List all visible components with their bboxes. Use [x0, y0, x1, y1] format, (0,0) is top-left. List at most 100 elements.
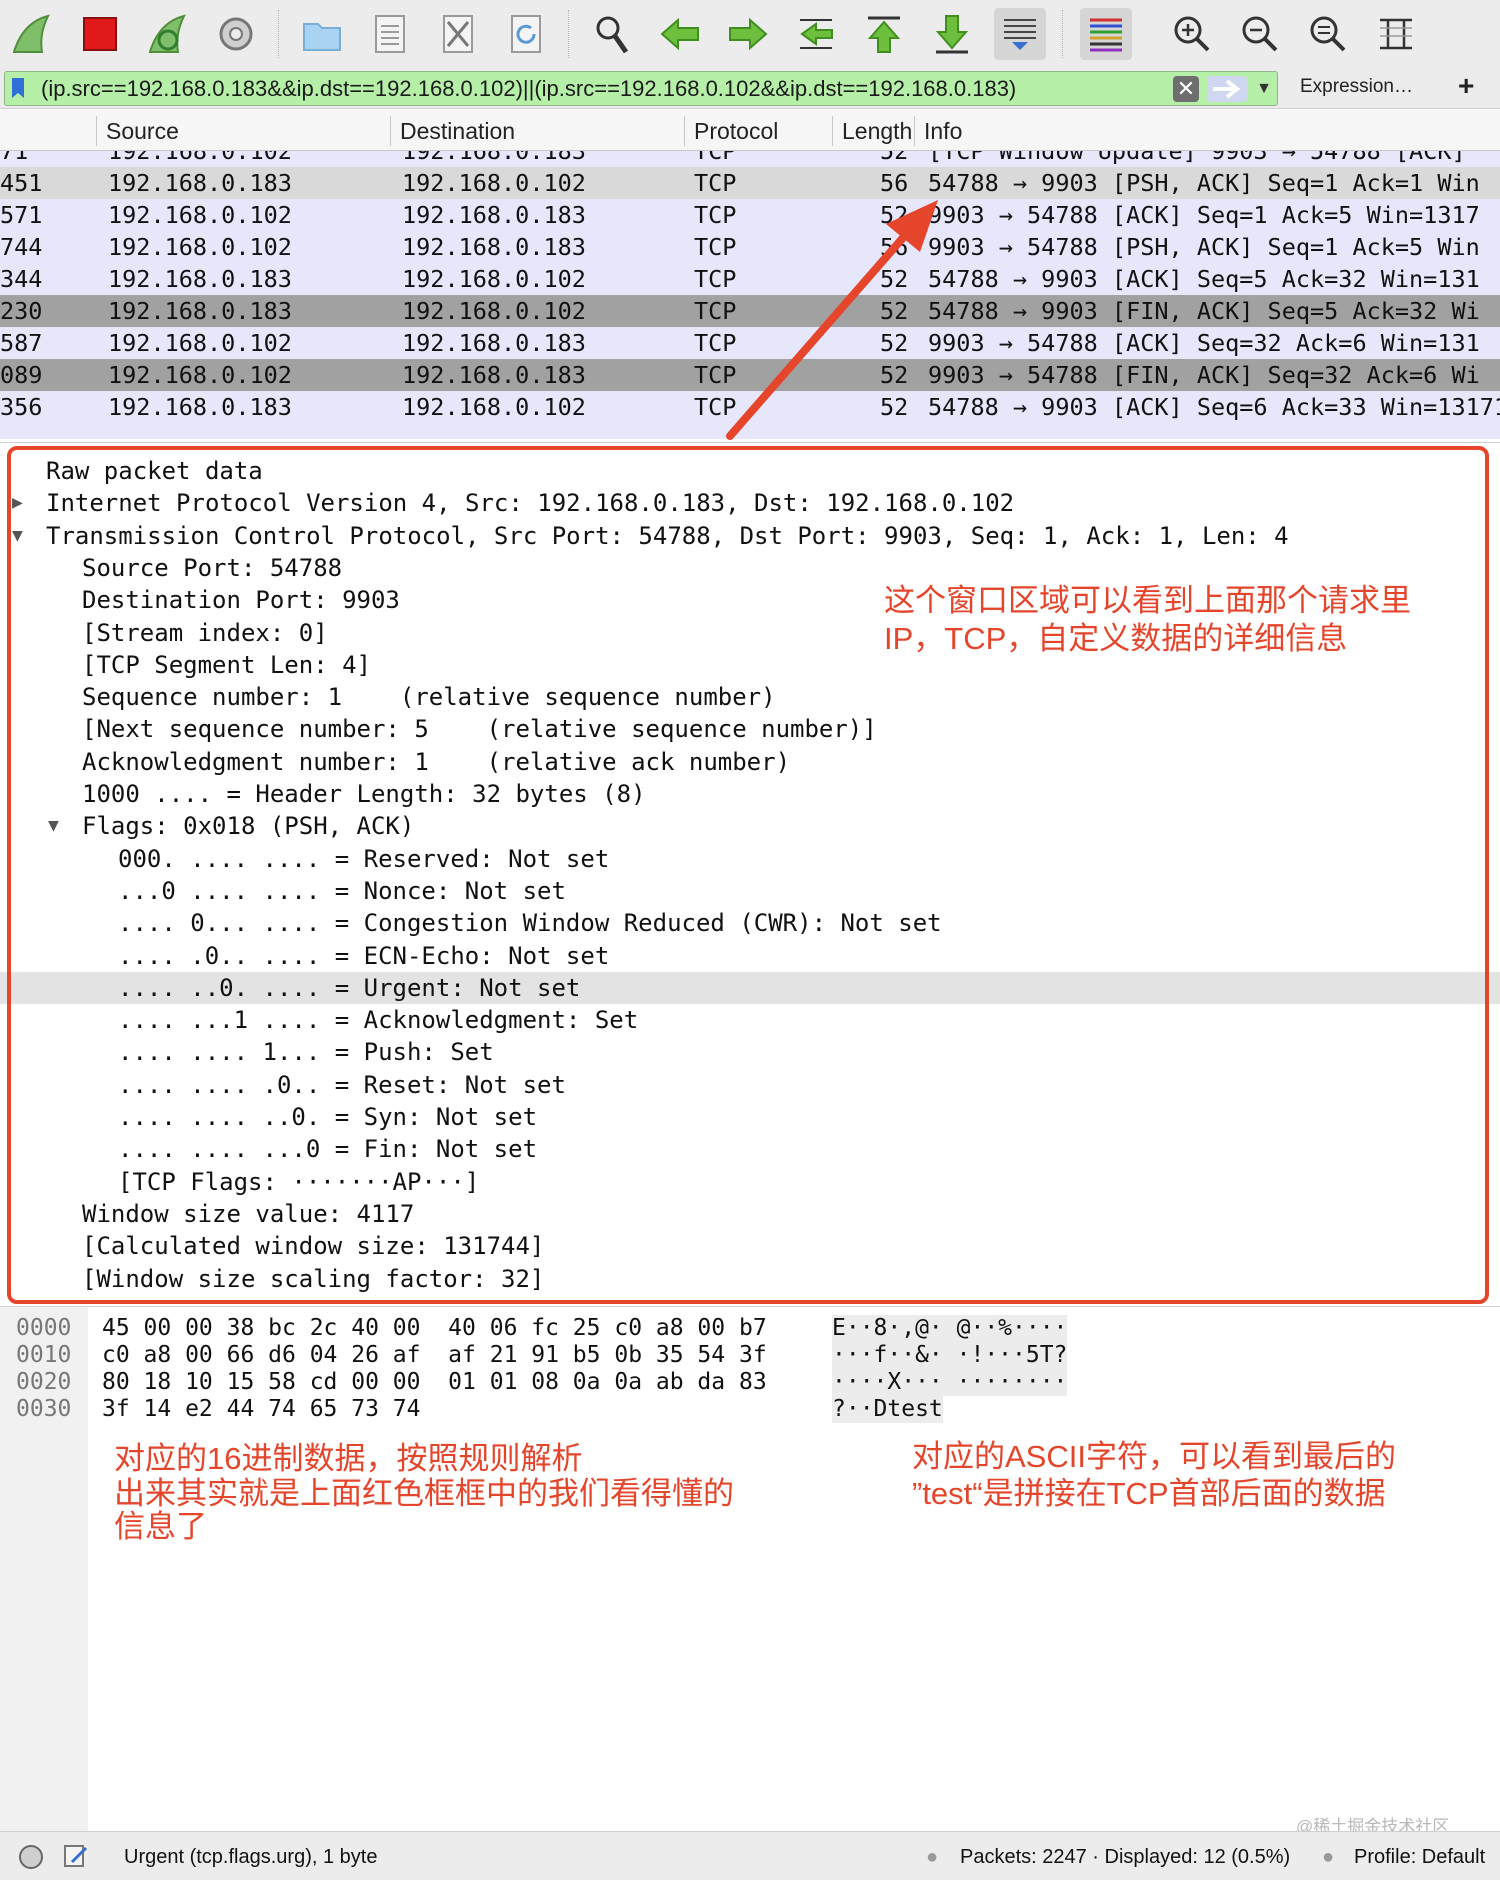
detail-row[interactable]: Source Port: 54788	[0, 552, 1500, 584]
packet-destination: 192.168.0.102	[402, 169, 586, 197]
packet-row[interactable]: 230 192.168.0.183 192.168.0.102 TCP 52 54788 …	[0, 295, 1500, 327]
packet-destination: 192.168.0.183	[402, 233, 586, 261]
status-profile[interactable]: Profile: Default	[1354, 1846, 1485, 1869]
packet-row[interactable]: 344 192.168.0.183 192.168.0.102 TCP 52 54788 …	[0, 263, 1500, 295]
apply-filter-icon[interactable]	[1207, 76, 1247, 102]
zoom-normal-icon[interactable]	[1302, 8, 1354, 60]
detail-row[interactable]: .... .... ..0. = Syn: Not set	[0, 1101, 1500, 1133]
shark-fin-icon[interactable]	[6, 8, 58, 60]
byte-hex[interactable]: 3f 14 e2 44 74 65 73 74	[102, 1396, 421, 1423]
packet-row[interactable]: 089 192.168.0.102 192.168.0.183 TCP 52 9903 →…	[0, 359, 1500, 391]
capture-options-icon[interactable]	[210, 8, 262, 60]
detail-row[interactable]: Window size value: 4117	[0, 1198, 1500, 1230]
find-packet-icon[interactable]	[586, 8, 638, 60]
packet-source: 192.168.0.102	[108, 233, 292, 261]
go-back-icon[interactable]	[654, 8, 706, 60]
detail-row[interactable]: [Next sequence number: 5 (relative seque…	[0, 713, 1500, 745]
packet-row[interactable]: 451 192.168.0.183 192.168.0.102 TCP 56 54788 …	[0, 167, 1500, 199]
annotation-detail-note-2: IP，TCP，自定义数据的详细信息	[884, 621, 1348, 656]
status-field-info: Urgent (tcp.flags.urg), 1 byte	[124, 1846, 378, 1868]
column-header-protocol[interactable]: Protocol	[694, 118, 778, 145]
collapse-arrow-icon[interactable]: ▼	[48, 810, 59, 842]
expression-button[interactable]: Expression…	[1300, 76, 1413, 98]
autoscroll-icon[interactable]	[994, 8, 1046, 60]
detail-row[interactable]: .... ..0. .... = Urgent: Not set	[0, 971, 1500, 1004]
colorize-icon[interactable]	[1080, 8, 1132, 60]
packet-number: 089	[0, 361, 43, 389]
byte-offset[interactable]: 0010	[16, 1342, 71, 1369]
byte-ascii[interactable]: ····X··· ········	[832, 1369, 1068, 1396]
column-header-length[interactable]: Length	[842, 118, 912, 145]
go-to-packet-icon[interactable]	[790, 8, 842, 60]
packet-row[interactable]: 356 192.168.0.183 192.168.0.102 TCP 52 54788 …	[0, 391, 1500, 423]
zoom-out-icon[interactable]	[1234, 8, 1286, 60]
column-header-source[interactable]: Source	[106, 118, 179, 145]
detail-row[interactable]: ▼ Flags: 0x018 (PSH, ACK)	[0, 810, 1500, 842]
reload-icon[interactable]	[500, 8, 552, 60]
packet-row[interactable]: 744 192.168.0.102 192.168.0.183 TCP 56 9903 →…	[0, 231, 1500, 263]
display-filter-input[interactable]: (ip.src==192.168.0.183&&ip.dst==192.168.…	[4, 71, 1278, 106]
column-header-info[interactable]: Info	[924, 118, 962, 145]
open-file-icon[interactable]	[296, 8, 348, 60]
detail-row[interactable]: ...0 .... .... = Nonce: Not set	[0, 875, 1500, 907]
detail-row[interactable]: 000. .... .... = Reserved: Not set	[0, 843, 1500, 875]
packet-protocol: TCP	[694, 201, 737, 229]
packet-row[interactable]: 571 192.168.0.102 192.168.0.183 TCP 52 9903 →…	[0, 199, 1500, 231]
detail-row[interactable]: ▶ Internet Protocol Version 4, Src: 192.1…	[0, 487, 1500, 519]
go-forward-icon[interactable]	[722, 8, 774, 60]
byte-hex[interactable]: 45 00 00 38 bc 2c 40 00 40 06 fc 25 c0 a…	[102, 1315, 767, 1342]
detail-row[interactable]: Raw packet data	[0, 455, 1500, 487]
add-filter-button[interactable]: +	[1458, 70, 1474, 102]
byte-ascii[interactable]: ?··Dtest	[832, 1396, 943, 1423]
close-file-icon[interactable]	[432, 8, 484, 60]
stop-capture-icon[interactable]	[74, 8, 126, 60]
edit-comment-icon[interactable]	[62, 1842, 90, 1870]
filter-history-dropdown-icon[interactable]: ▼	[1253, 76, 1275, 102]
packet-number: 356	[0, 393, 43, 421]
packet-row[interactable]: 71 192.168.0.102 192.168.0.183 TCP 52 [T…	[0, 151, 1500, 167]
expert-info-icon[interactable]	[18, 1844, 44, 1870]
detail-row[interactable]: [Window size scaling factor: 32]	[0, 1263, 1500, 1295]
detail-row-text: [TCP Flags: ·······AP···]	[118, 1167, 480, 1196]
byte-ascii[interactable]: E··8·,@· @··%····	[832, 1315, 1068, 1342]
resize-columns-icon[interactable]	[1370, 8, 1422, 60]
detail-row[interactable]: [Calculated window size: 131744]	[0, 1230, 1500, 1262]
packet-info: 54788 → 9903 [ACK] Seq=5 Ack=32 Win=131	[928, 265, 1480, 293]
status-dot-icon: ●	[1322, 1846, 1335, 1868]
byte-hex[interactable]: c0 a8 00 66 d6 04 26 af af 21 91 b5 0b 3…	[102, 1342, 767, 1369]
zoom-in-icon[interactable]	[1166, 8, 1218, 60]
byte-offset[interactable]: 0020	[16, 1369, 71, 1396]
detail-row[interactable]: [TCP Flags: ·······AP···]	[0, 1166, 1500, 1198]
packet-row[interactable]: 587 192.168.0.102 192.168.0.183 TCP 52 9903 →…	[0, 327, 1500, 359]
column-header-destination[interactable]: Destination	[400, 118, 515, 145]
detail-row-text: [Calculated window size: 131744]	[82, 1232, 545, 1261]
detail-row-text: .... .... 1... = Push: Set	[118, 1038, 494, 1067]
packet-info: 9903 → 54788 [ACK] Seq=1 Ack=5 Win=1317	[928, 201, 1480, 229]
packet-protocol: TCP	[694, 265, 737, 293]
detail-row[interactable]: ▼ Transmission Control Protocol, Src Port…	[0, 520, 1500, 552]
detail-row[interactable]: .... 0... .... = Congestion Window Reduc…	[0, 907, 1500, 939]
detail-row[interactable]: .... .... 1... = Push: Set	[0, 1036, 1500, 1068]
detail-row-text: Sequence number: 1 (relative sequence nu…	[82, 683, 776, 712]
byte-ascii[interactable]: ···f··&· ·!···5T?	[832, 1342, 1068, 1369]
packet-destination: 192.168.0.183	[402, 151, 586, 165]
go-first-icon[interactable]	[858, 8, 910, 60]
expand-arrow-icon[interactable]: ▶	[12, 487, 23, 519]
detail-row[interactable]: Acknowledgment number: 1 (relative ack n…	[0, 746, 1500, 778]
detail-row[interactable]: .... .... ...0 = Fin: Not set	[0, 1133, 1500, 1165]
collapse-arrow-icon[interactable]: ▼	[12, 520, 23, 552]
detail-row[interactable]: 1000 .... = Header Length: 32 bytes (8)	[0, 778, 1500, 810]
restart-capture-icon[interactable]	[142, 8, 194, 60]
byte-offset[interactable]: 0030	[16, 1396, 71, 1423]
packet-destination: 192.168.0.102	[402, 393, 586, 421]
save-file-icon[interactable]	[364, 8, 416, 60]
bookmark-icon[interactable]	[11, 77, 25, 99]
detail-row[interactable]: .... .... .0.. = Reset: Not set	[0, 1069, 1500, 1101]
detail-row[interactable]: .... ...1 .... = Acknowledgment: Set	[0, 1004, 1500, 1036]
byte-hex[interactable]: 80 18 10 15 58 cd 00 00 01 01 08 0a 0a a…	[102, 1369, 767, 1396]
detail-row[interactable]: Sequence number: 1 (relative sequence nu…	[0, 681, 1500, 713]
go-last-icon[interactable]	[926, 8, 978, 60]
detail-row[interactable]: .... .0.. .... = ECN-Echo: Not set	[0, 940, 1500, 972]
clear-filter-icon[interactable]: ✕	[1173, 76, 1199, 102]
byte-offset[interactable]: 0000	[16, 1315, 71, 1342]
